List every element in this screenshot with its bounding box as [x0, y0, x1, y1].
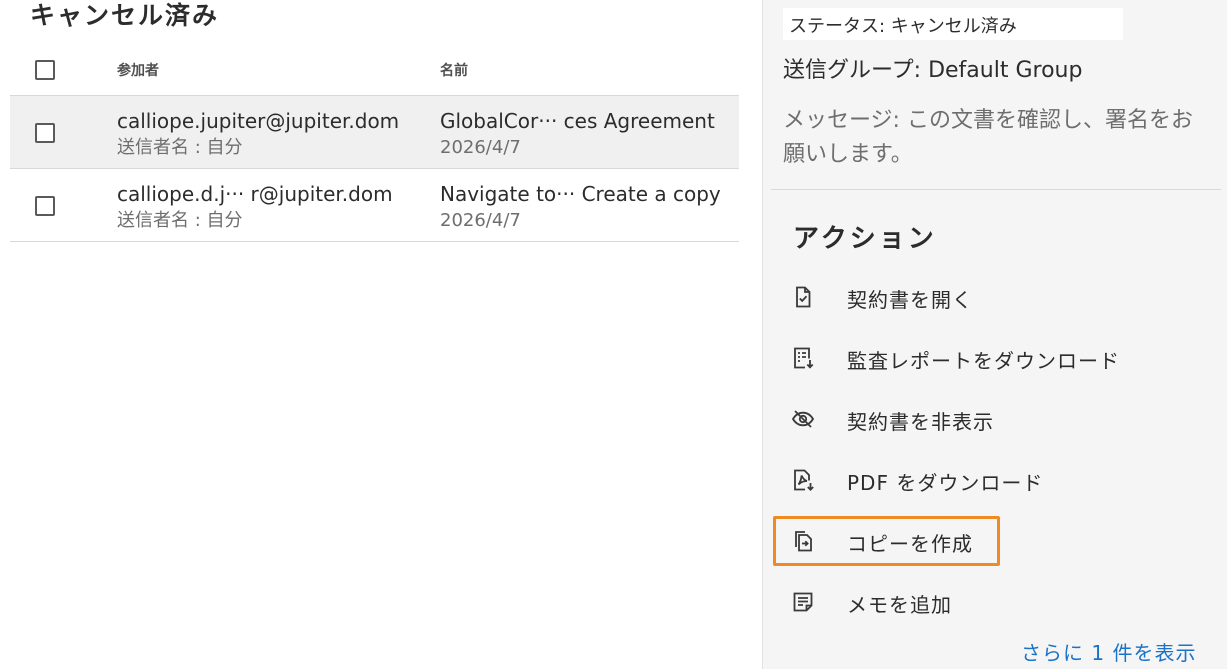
agreement-date: 2026/4/7 — [440, 137, 521, 158]
eye-off-icon — [791, 407, 815, 431]
action-label: 契約書を非表示 — [847, 410, 994, 434]
agreement-message: メッセージ: この文書を確認し、署名をお願いします。 — [783, 108, 1193, 167]
show-more-link[interactable]: さらに 1 件を表示 — [1021, 637, 1196, 666]
agreement-name: GlobalCor··· ces Agreement — [440, 109, 715, 133]
agreement-status: ステータス: キャンセル済み — [789, 16, 1017, 37]
action-download-pdf[interactable]: PDF をダウンロード — [787, 460, 1207, 500]
participant-email: calliope.d.j··· r@jupiter.dom — [117, 182, 393, 206]
action-download-audit-report[interactable]: 監査レポートをダウンロード — [787, 338, 1207, 378]
table-row[interactable]: calliope.d.j··· r@jupiter.dom 送信者名 : 自分 … — [10, 169, 739, 242]
agreement-detail-panel: ステータス: キャンセル済み 送信グループ: Default Group メッセ… — [762, 0, 1227, 669]
action-label: PDF をダウンロード — [847, 471, 1044, 495]
section-divider — [771, 189, 1221, 190]
action-open-agreement[interactable]: 契約書を開く — [787, 277, 1207, 317]
action-label: 監査レポートをダウンロード — [847, 349, 1120, 373]
row-checkbox[interactable] — [35, 123, 55, 143]
agreement-date: 2026/4/7 — [440, 210, 521, 231]
column-header-participant[interactable]: 参加者 — [117, 60, 159, 80]
row-checkbox[interactable] — [35, 196, 55, 216]
app-root: キャンセル済み 参加者 名前 calliope.jupiter@jupiter.… — [0, 0, 1227, 669]
sender-name: 送信者名 : 自分 — [117, 137, 243, 158]
action-add-note[interactable]: メモを追加 — [787, 582, 1207, 622]
note-icon — [791, 590, 815, 614]
agreement-list-pane: キャンセル済み 参加者 名前 calliope.jupiter@jupiter.… — [0, 0, 762, 669]
actions-heading: アクション — [793, 224, 937, 254]
action-label: コピーを作成 — [847, 532, 973, 556]
action-label: 契約書を開く — [847, 288, 973, 312]
pdf-download-icon — [791, 468, 815, 492]
page-title: キャンセル済み — [30, 1, 220, 30]
select-all-checkbox[interactable] — [35, 60, 55, 80]
table-row[interactable]: calliope.jupiter@jupiter.dom 送信者名 : 自分 G… — [10, 96, 739, 169]
sending-group: 送信グループ: Default Group — [783, 58, 1083, 83]
action-hide-agreement[interactable]: 契約書を非表示 — [787, 399, 1207, 439]
action-create-copy[interactable]: コピーを作成 — [787, 521, 1207, 561]
copy-document-icon — [791, 529, 815, 553]
document-check-icon — [791, 285, 815, 309]
agreement-name: Navigate to··· Create a copy — [440, 182, 721, 206]
action-label: メモを追加 — [847, 593, 952, 617]
participant-email: calliope.jupiter@jupiter.dom — [117, 109, 400, 133]
column-header-name[interactable]: 名前 — [440, 60, 468, 80]
sender-name: 送信者名 : 自分 — [117, 210, 243, 231]
report-download-icon — [791, 346, 815, 370]
